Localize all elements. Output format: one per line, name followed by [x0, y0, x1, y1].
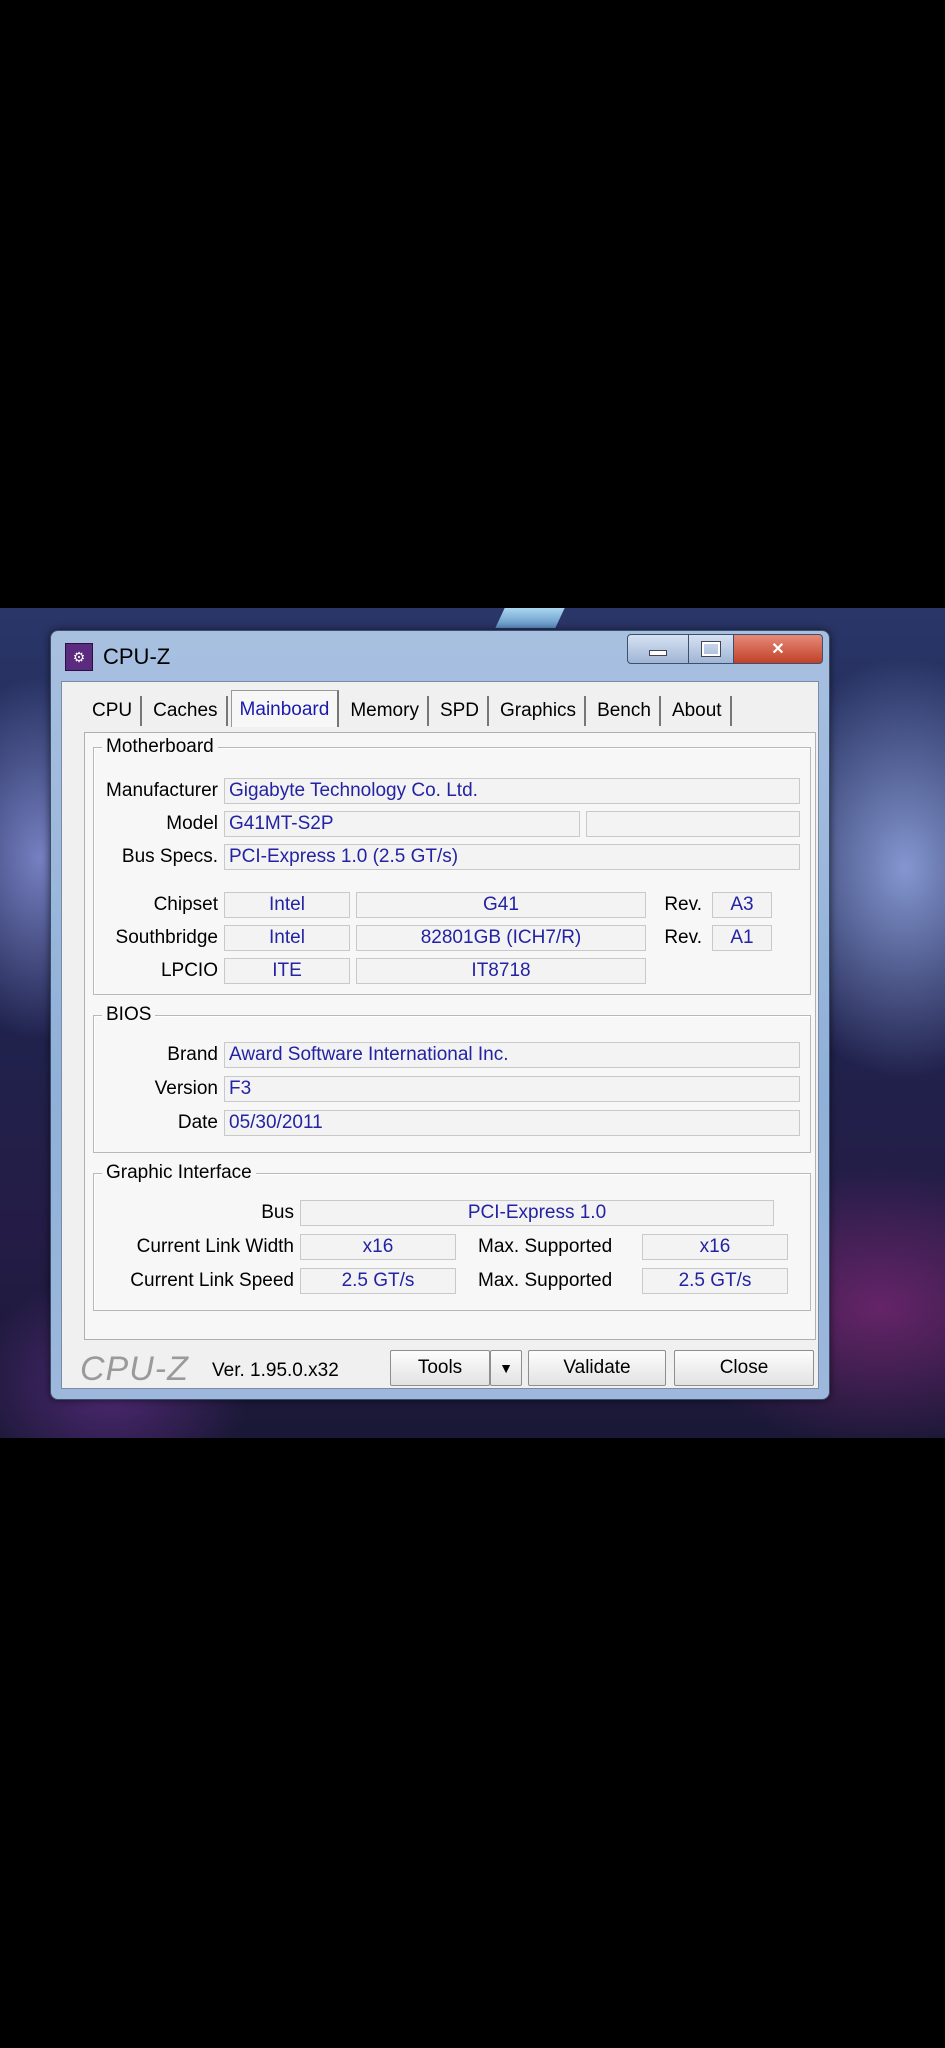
bios-brand-label: Brand	[167, 1044, 218, 1065]
southbridge-label: Southbridge	[115, 927, 218, 948]
tab-bar: CPU Caches Mainboard Memory SPD Graphics…	[84, 690, 735, 730]
maximize-icon	[701, 641, 721, 657]
southbridge-rev-label: Rev.	[664, 927, 702, 948]
tools-button[interactable]: Tools	[390, 1350, 490, 1386]
tab-bench[interactable]: Bench	[589, 696, 661, 726]
tools-dropdown-button[interactable]: ▼	[490, 1350, 522, 1386]
max-width-label: Max. Supported	[478, 1236, 613, 1257]
bios-brand-field: Award Software International Inc.	[224, 1042, 800, 1068]
version-text: Ver. 1.95.0.x32	[212, 1360, 339, 1381]
tab-about[interactable]: About	[664, 696, 732, 726]
motherboard-group-label: Motherboard	[102, 736, 218, 758]
tab-graphics[interactable]: Graphics	[492, 696, 587, 726]
chipset-label: Chipset	[153, 894, 218, 915]
southbridge-rev-field: A1	[712, 925, 772, 951]
tab-spd[interactable]: SPD	[432, 696, 490, 726]
close-button[interactable]: Close	[674, 1350, 814, 1386]
tab-caches[interactable]: Caches	[145, 696, 228, 726]
manufacturer-label: Manufacturer	[106, 780, 218, 801]
tab-memory[interactable]: Memory	[342, 696, 429, 726]
bios-version-label: Version	[154, 1078, 218, 1099]
model-extra-field	[586, 811, 800, 837]
southbridge-model-field: 82801GB (ICH7/R)	[356, 925, 646, 951]
bus-specs-field: PCI-Express 1.0 (2.5 GT/s)	[224, 844, 800, 870]
minimize-button[interactable]	[627, 634, 689, 664]
graphic-interface-group: Graphic Interface Bus PCI-Express 1.0 Cu…	[93, 1162, 811, 1311]
bios-group: BIOS Brand Award Software International …	[93, 1004, 811, 1153]
link-width-field: x16	[300, 1234, 456, 1260]
validate-button[interactable]: Validate	[528, 1350, 666, 1386]
southbridge-vendor-field: Intel	[224, 925, 350, 951]
close-icon: ✕	[771, 641, 785, 658]
model-label: Model	[166, 813, 218, 834]
chipset-rev-label: Rev.	[664, 894, 702, 915]
bios-group-label: BIOS	[102, 1004, 156, 1026]
chipset-rev-field: A3	[712, 892, 772, 918]
lpcio-model-field: IT8718	[356, 958, 646, 984]
link-speed-label: Current Link Speed	[130, 1270, 294, 1291]
gi-bus-field: PCI-Express 1.0	[300, 1200, 774, 1226]
cpu-z-app-icon: ⚙	[65, 643, 93, 671]
graphic-interface-group-label: Graphic Interface	[102, 1162, 256, 1184]
window-close-button[interactable]: ✕	[733, 634, 823, 664]
maximize-button[interactable]	[688, 634, 734, 664]
footer-bar: CPU-Z Ver. 1.95.0.x32 Tools ▼ Validate C…	[62, 1338, 818, 1388]
max-width-field: x16	[642, 1234, 788, 1260]
motherboard-group: Motherboard Manufacturer Gigabyte Techno…	[93, 736, 811, 995]
window-title: CPU-Z	[103, 644, 171, 669]
max-speed-field: 2.5 GT/s	[642, 1268, 788, 1294]
tab-mainboard[interactable]: Mainboard	[230, 690, 340, 727]
window-client-area: CPU Caches Mainboard Memory SPD Graphics…	[61, 681, 819, 1389]
chipset-model-field: G41	[356, 892, 646, 918]
title-bar[interactable]: ⚙ CPU-Z ✕	[51, 631, 829, 681]
tab-cpu[interactable]: CPU	[84, 696, 143, 726]
cpu-z-brand-logo: CPU-Z	[80, 1350, 189, 1388]
wallpaper-highlight	[495, 608, 565, 628]
bios-date-field: 05/30/2011	[224, 1110, 800, 1136]
chevron-down-icon: ▼	[499, 1360, 513, 1376]
minimize-icon	[649, 650, 667, 656]
model-field: G41MT-S2P	[224, 811, 580, 837]
lpcio-vendor-field: ITE	[224, 958, 350, 984]
bios-date-label: Date	[177, 1112, 218, 1133]
link-speed-field: 2.5 GT/s	[300, 1268, 456, 1294]
manufacturer-field: Gigabyte Technology Co. Ltd.	[224, 778, 800, 804]
mainboard-panel: Motherboard Manufacturer Gigabyte Techno…	[84, 732, 816, 1340]
bus-specs-label: Bus Specs.	[121, 846, 218, 867]
bios-version-field: F3	[224, 1076, 800, 1102]
chipset-vendor-field: Intel	[224, 892, 350, 918]
max-speed-label: Max. Supported	[478, 1270, 613, 1291]
lpcio-label: LPCIO	[160, 960, 218, 981]
cpu-z-window: ⚙ CPU-Z ✕ CPU Caches Mainboard Memory SP…	[50, 630, 830, 1400]
link-width-label: Current Link Width	[136, 1236, 294, 1257]
gi-bus-label: Bus	[261, 1202, 294, 1223]
